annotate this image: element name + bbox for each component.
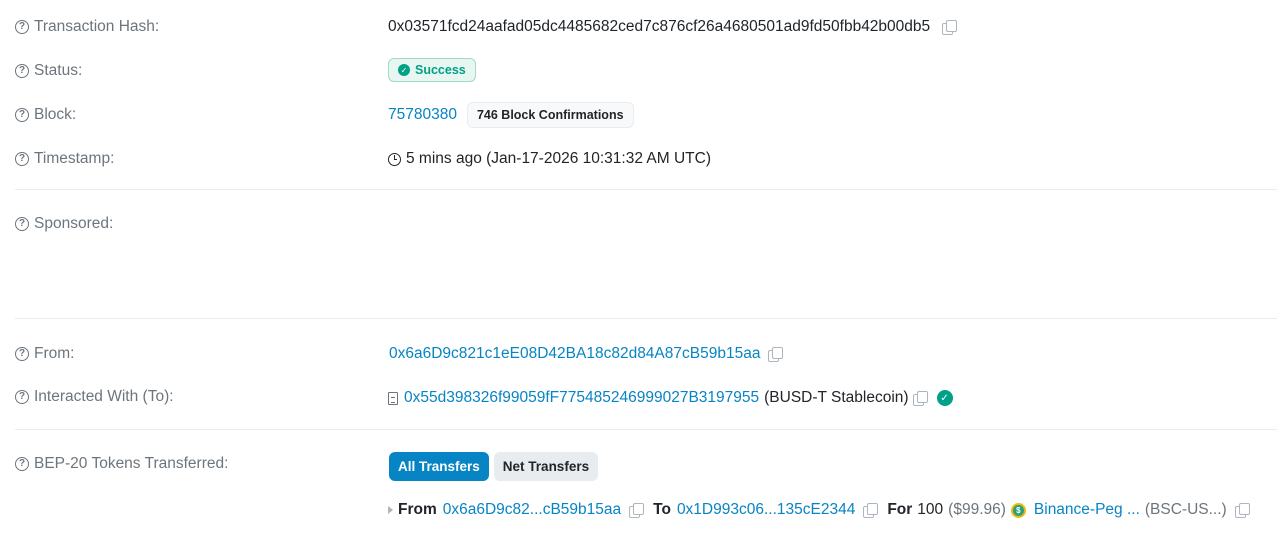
question-circle-icon[interactable]: ? — [15, 20, 29, 34]
transfer-for-label: For — [887, 501, 913, 518]
row-status: ? Status: ✓ Success — [0, 57, 1279, 85]
caret-right-icon[interactable] — [388, 506, 393, 514]
usdt-coin-icon: $ — [1010, 502, 1026, 518]
block-label-wrap: ? Block: — [15, 106, 76, 124]
question-circle-icon[interactable]: ? — [15, 152, 29, 166]
tab-all-transfers[interactable]: All Transfers — [389, 452, 489, 481]
interacted-with-label: Interacted With (To): — [34, 388, 174, 405]
timestamp-value: 5 mins ago (Jan-17-2026 10:31:32 AM UTC) — [406, 150, 711, 167]
copy-icon[interactable] — [942, 19, 958, 35]
status-value-wrap: ✓ Success — [388, 58, 476, 82]
contract-name: (BUSD-T Stablecoin) — [764, 389, 909, 406]
sponsored-label: Sponsored: — [34, 215, 114, 232]
clock-icon — [388, 152, 401, 166]
check-circle-icon: ✓ — [398, 64, 410, 76]
verified-icon: ✓ — [936, 390, 953, 406]
from-label-wrap: ? From: — [15, 345, 74, 363]
from-label: From: — [34, 345, 75, 362]
divider — [15, 189, 1277, 190]
transfer-from-label: From — [398, 501, 437, 518]
divider — [15, 318, 1277, 319]
tokens-label-wrap: ? BEP-20 Tokens Transferred: — [15, 455, 228, 473]
copy-icon[interactable] — [629, 502, 645, 518]
transaction-hash-value-wrap: 0x03571fcd24aafad05dc4485682ced7c876cf26… — [388, 18, 958, 36]
from-address-link[interactable]: 0x6a6D9c821c1eE08D42BA18c82d84A87cB59b15… — [389, 345, 760, 363]
contract-address-link[interactable]: 0x55d398326f99059fF775485246999027B31979… — [404, 389, 759, 407]
status-text: Success — [415, 63, 466, 77]
transfer-tabs: All Transfers Net Transfers — [388, 452, 599, 481]
transaction-hash-value: 0x03571fcd24aafad05dc4485682ced7c876cf26… — [388, 18, 931, 35]
row-from: ? From: 0x6a6D9c821c1eE08D42BA18c82d84A8… — [0, 344, 1279, 366]
transfer-usd-value: ($99.96) — [948, 501, 1006, 518]
token-symbol: (BSC-US...) — [1144, 501, 1227, 518]
from-value-wrap: 0x6a6D9c821c1eE08D42BA18c82d84A87cB59b15… — [388, 345, 784, 363]
divider — [15, 429, 1277, 430]
transfer-to-link[interactable]: 0x1D993c06...135cE2344 — [677, 501, 855, 519]
row-sponsored: ? Sponsored: — [0, 214, 1279, 236]
interacted-label-wrap: ? Interacted With (To): — [15, 388, 174, 406]
tab-net-transfers[interactable]: Net Transfers — [493, 452, 599, 481]
transfer-line: From 0x6a6D9c82...cB59b15aa To 0x1D993c0… — [388, 501, 1250, 519]
transfer-from-link[interactable]: 0x6a6D9c82...cB59b15aa — [443, 501, 621, 519]
status-badge: ✓ Success — [388, 58, 476, 82]
copy-icon[interactable] — [863, 502, 879, 518]
copy-icon[interactable] — [768, 346, 784, 362]
row-transaction-hash: ? Transaction Hash: 0x03571fcd24aafad05d… — [0, 17, 1279, 39]
timestamp-label-wrap: ? Timestamp: — [15, 150, 114, 168]
block-confirmations-badge: 746 Block Confirmations — [466, 102, 634, 128]
transaction-hash-label: Transaction Hash: — [34, 18, 160, 35]
block-number-link[interactable]: 75780380 — [388, 106, 457, 124]
question-circle-icon[interactable]: ? — [15, 64, 29, 78]
status-label-wrap: ? Status: — [15, 62, 82, 80]
row-interacted-with: ? Interacted With (To): 0x55d398326f9905… — [0, 387, 1279, 409]
sponsored-label-wrap: ? Sponsored: — [15, 215, 113, 233]
question-circle-icon[interactable]: ? — [15, 108, 29, 122]
interacted-value-wrap: 0x55d398326f99059fF775485246999027B31979… — [388, 389, 953, 407]
copy-icon[interactable] — [912, 390, 928, 406]
status-label: Status: — [34, 62, 83, 79]
copy-icon[interactable] — [1234, 502, 1250, 518]
timestamp-label: Timestamp: — [34, 150, 115, 167]
row-block: ? Block: 75780380 746 Block Confirmation… — [0, 101, 1279, 129]
block-label: Block: — [34, 106, 77, 123]
block-value-wrap: 75780380 746 Block Confirmations — [388, 102, 634, 128]
transfer-amount: 100 — [917, 501, 944, 518]
question-circle-icon[interactable]: ? — [15, 457, 29, 471]
question-circle-icon[interactable]: ? — [15, 390, 29, 404]
transaction-hash-label-wrap: ? Transaction Hash: — [15, 18, 159, 36]
question-circle-icon[interactable]: ? — [15, 347, 29, 361]
row-timestamp: ? Timestamp: 5 mins ago (Jan-17-2026 10:… — [0, 149, 1279, 171]
transfer-to-label: To — [653, 501, 671, 518]
timestamp-value-wrap: 5 mins ago (Jan-17-2026 10:31:32 AM UTC) — [388, 150, 711, 168]
tokens-transferred-label: BEP-20 Tokens Transferred: — [34, 455, 229, 472]
token-name-link[interactable]: Binance-Peg ... — [1034, 501, 1140, 519]
question-circle-icon[interactable]: ? — [15, 217, 29, 231]
file-icon — [388, 391, 398, 405]
row-tokens-transferred: ? BEP-20 Tokens Transferred: All Transfe… — [0, 452, 1279, 532]
